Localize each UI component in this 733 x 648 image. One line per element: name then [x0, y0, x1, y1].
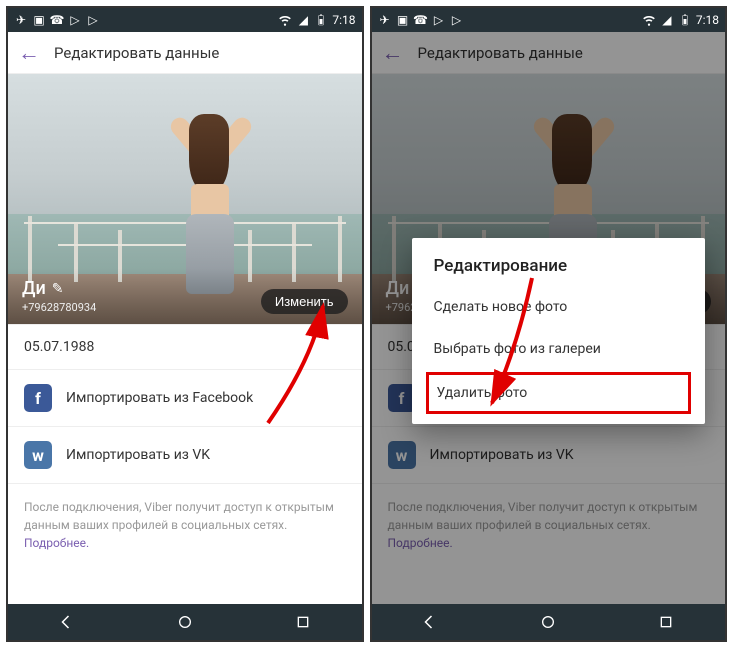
nav-back-icon[interactable] [53, 608, 81, 636]
wifi-icon [642, 13, 656, 27]
change-photo-button[interactable]: Изменить [261, 289, 348, 314]
android-navbar [8, 604, 362, 640]
edit-name-icon[interactable]: ✎ [52, 281, 64, 297]
dialog-title: Редактирование [412, 238, 706, 286]
battery-icon [314, 13, 328, 27]
viber-icon: ☎ [50, 13, 64, 27]
play-icon: ▷ [450, 13, 464, 27]
dialog-item-delete-photo[interactable]: Удалить фото [426, 372, 692, 414]
footer-text: После подключения, Viber получит доступ … [24, 500, 334, 532]
phone-left: ✈ ▣ ☎ ▷ ▷ ◢ 7:18 ← Редактировать данные [6, 6, 364, 642]
vk-icon: w [24, 441, 52, 469]
import-vk-row[interactable]: w Импортировать из VK [8, 427, 362, 484]
profile-photo: Ди ✎ +79628780934 Изменить [8, 74, 362, 324]
dialog-item-new-photo[interactable]: Сделать новое фото [412, 286, 706, 328]
profile-name: Ди [22, 278, 46, 299]
battery-icon [678, 13, 692, 27]
clock: 7:18 [332, 13, 355, 27]
status-bar: ✈ ▣ ☎ ▷ ▷ ◢ 7:18 [8, 8, 362, 32]
back-icon[interactable]: ← [18, 40, 40, 66]
nav-home-icon[interactable] [171, 608, 199, 636]
square-icon: ▣ [32, 13, 46, 27]
learn-more-link[interactable]: Подробнее. [24, 536, 89, 550]
profile-phone: +79628780934 [22, 301, 96, 314]
play-icon: ▷ [432, 13, 446, 27]
dob-row[interactable]: 05.07.1988 [8, 324, 362, 370]
play-icon: ▷ [86, 13, 100, 27]
play-icon: ▷ [68, 13, 82, 27]
square-icon: ▣ [396, 13, 410, 27]
import-vk-label: Импортировать из VK [66, 447, 210, 463]
signal-icon: ◢ [296, 13, 310, 27]
nav-home-icon[interactable] [534, 608, 562, 636]
app-bar: ← Редактировать данные [8, 32, 362, 74]
dob-value: 05.07.1988 [24, 339, 94, 355]
facebook-icon: f [24, 384, 52, 412]
clock: 7:18 [696, 13, 719, 27]
page-title: Редактировать данные [54, 44, 219, 62]
signal-icon: ◢ [660, 13, 674, 27]
nav-recent-icon[interactable] [289, 608, 317, 636]
nav-recent-icon[interactable] [652, 608, 680, 636]
android-navbar [372, 604, 726, 640]
viber-icon: ☎ [414, 13, 428, 27]
nav-back-icon[interactable] [416, 608, 444, 636]
wifi-icon [278, 13, 292, 27]
import-facebook-label: Импортировать из Facebook [66, 390, 253, 406]
status-bar: ✈ ▣ ☎ ▷ ▷ ◢ 7:18 [372, 8, 726, 32]
import-facebook-row[interactable]: f Импортировать из Facebook [8, 370, 362, 427]
dialog-item-from-gallery[interactable]: Выбрать фото из галереи [412, 328, 706, 370]
phone-right: ✈ ▣ ☎ ▷ ▷ ◢ 7:18 ← Редактировать данные [370, 6, 728, 642]
telegram-icon: ✈ [378, 13, 392, 27]
footer-note: После подключения, Viber получит доступ … [8, 484, 362, 566]
edit-photo-dialog: Редактирование Сделать новое фото Выбрат… [412, 238, 706, 424]
telegram-icon: ✈ [14, 13, 28, 27]
